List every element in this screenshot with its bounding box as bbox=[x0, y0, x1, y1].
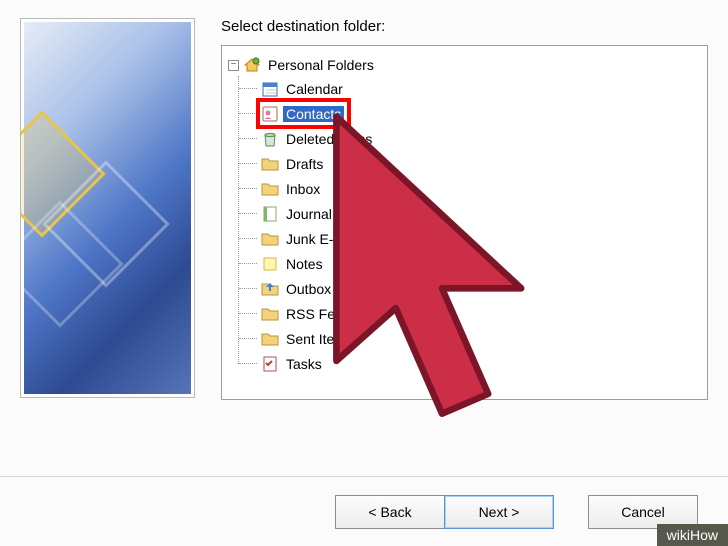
watermark: wikiHow bbox=[657, 524, 728, 546]
tree-item-label: Contacts bbox=[283, 106, 344, 122]
tree-item-label: Sent Items bbox=[283, 331, 356, 347]
tree-item-label: Junk E-mail bbox=[283, 231, 362, 247]
back-button[interactable]: < Back bbox=[335, 495, 445, 529]
collapse-icon[interactable]: − bbox=[228, 60, 239, 71]
tree-item-label: Deleted Items bbox=[283, 131, 375, 147]
tree-item-label: Notes bbox=[283, 256, 326, 272]
calendar-icon bbox=[261, 80, 279, 98]
folder-icon bbox=[261, 155, 279, 173]
content-panel: Select destination folder: − Personal Fo… bbox=[195, 18, 708, 466]
trash-icon bbox=[261, 130, 279, 148]
tree-item-label: Tasks bbox=[283, 356, 325, 372]
folder-icon bbox=[261, 330, 279, 348]
tree-root-row[interactable]: − Personal Folders bbox=[228, 54, 701, 76]
tree-item-label: RSS Feeds bbox=[283, 306, 361, 322]
tree-item-label: Outbox bbox=[283, 281, 334, 297]
folder-tree[interactable]: − Personal Folders Calendar Contacts Delet… bbox=[228, 54, 701, 376]
folder-icon bbox=[261, 180, 279, 198]
wizard-dialog: Select destination folder: − Personal Fo… bbox=[0, 0, 728, 546]
tree-item[interactable]: Inbox bbox=[239, 176, 701, 201]
folder-tree-box: − Personal Folders Calendar Contacts Delet… bbox=[221, 45, 708, 400]
main-area: Select destination folder: − Personal Fo… bbox=[0, 0, 728, 476]
notes-icon bbox=[261, 255, 279, 273]
tree-root-label: Personal Folders bbox=[265, 57, 377, 73]
tree-item[interactable]: RSS Feeds bbox=[239, 301, 701, 326]
tree-item[interactable]: Contacts bbox=[239, 101, 701, 126]
wizard-sidebar-graphic bbox=[20, 18, 195, 398]
tree-item[interactable]: Deleted Items bbox=[239, 126, 701, 151]
tree-item[interactable]: Notes bbox=[239, 251, 701, 276]
tree-item[interactable]: Drafts bbox=[239, 151, 701, 176]
journal-icon bbox=[261, 205, 279, 223]
tree-item[interactable]: Journal bbox=[239, 201, 701, 226]
tree-item[interactable]: Junk E-mail bbox=[239, 226, 701, 251]
tree-item-label: Inbox bbox=[283, 181, 323, 197]
outbox-icon bbox=[261, 280, 279, 298]
folder-icon bbox=[261, 305, 279, 323]
tree-item[interactable]: Outbox bbox=[239, 276, 701, 301]
tree-item-label: Calendar bbox=[283, 81, 346, 97]
home-icon bbox=[243, 56, 261, 74]
tree-item-label: Drafts bbox=[283, 156, 326, 172]
tasks-icon bbox=[261, 355, 279, 373]
next-button[interactable]: Next > bbox=[444, 495, 554, 529]
tree-item[interactable]: Calendar bbox=[239, 76, 701, 101]
contacts-icon bbox=[261, 105, 279, 123]
tree-item[interactable]: Tasks bbox=[239, 351, 701, 376]
folder-icon bbox=[261, 230, 279, 248]
tree-item-label: Journal bbox=[283, 206, 335, 222]
prompt-label: Select destination folder: bbox=[221, 18, 708, 35]
button-bar: < Back Next > Cancel bbox=[0, 476, 728, 546]
tree-item[interactable]: Sent Items bbox=[239, 326, 701, 351]
